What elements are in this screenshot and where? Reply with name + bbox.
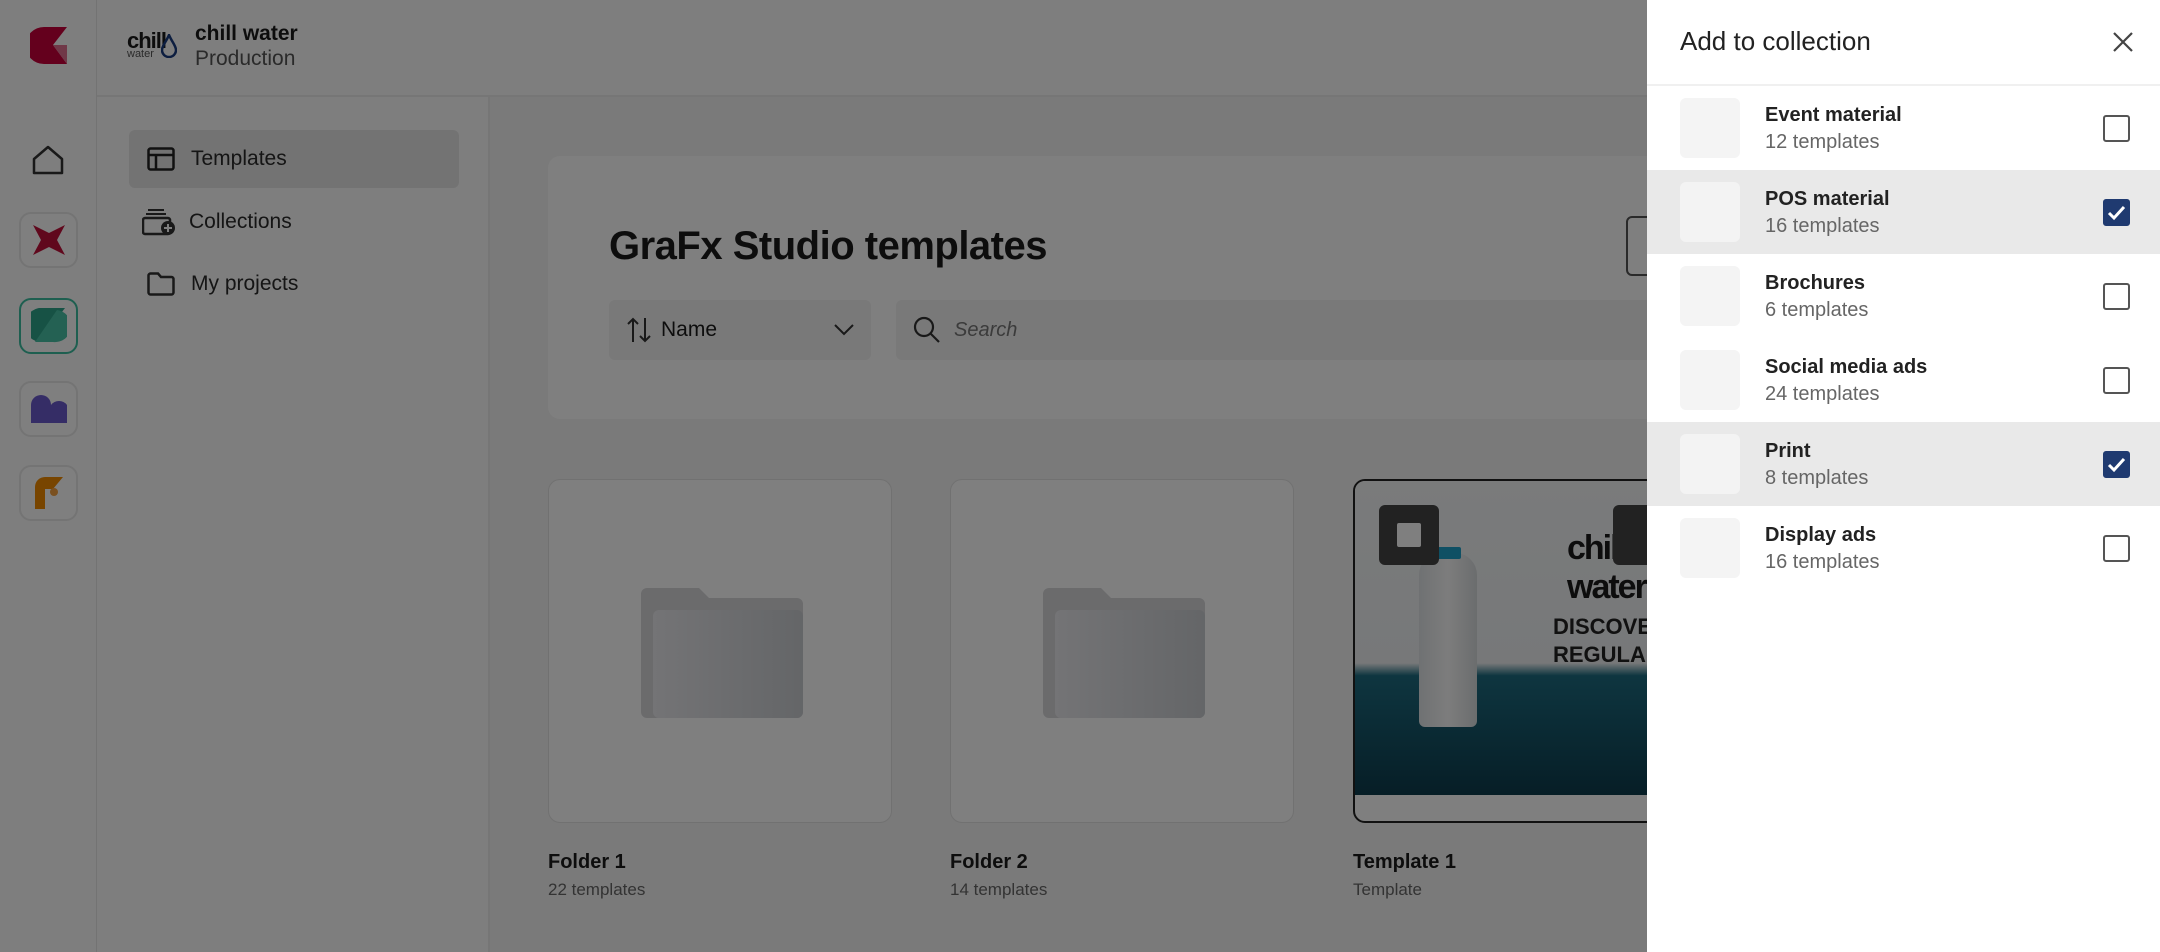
modal-backdrop[interactable] — [0, 0, 1647, 952]
collection-name: POS material — [1765, 188, 1890, 210]
collection-row[interactable]: Display ads 16 templates — [1647, 506, 2160, 590]
collection-thumbnail — [1680, 98, 1740, 158]
collection-name: Print — [1765, 440, 1811, 462]
collection-name: Display ads — [1765, 524, 1877, 546]
checkmark-icon — [2107, 457, 2126, 473]
collection-count: 6 templates — [1765, 299, 1869, 321]
collection-thumbnail — [1680, 350, 1740, 410]
collection-name: Event material — [1765, 104, 1902, 126]
collection-row[interactable]: Social media ads 24 templates — [1647, 338, 2160, 422]
collection-thumbnail — [1680, 182, 1740, 242]
collection-thumbnail — [1680, 266, 1740, 326]
collection-thumbnail — [1680, 434, 1740, 494]
collection-row[interactable]: Brochures 6 templates — [1647, 254, 2160, 338]
collection-row[interactable]: Event material 12 templates — [1647, 86, 2160, 170]
collection-name: Brochures — [1765, 272, 1866, 294]
collection-row[interactable]: Print 8 templates — [1647, 422, 2160, 506]
close-icon[interactable] — [2109, 28, 2137, 56]
collection-count: 16 templates — [1765, 551, 1880, 573]
collection-checkbox[interactable] — [2103, 199, 2130, 226]
collection-checkbox[interactable] — [2103, 451, 2130, 478]
collection-checkbox[interactable] — [2103, 535, 2130, 562]
checkmark-icon — [2107, 205, 2126, 221]
collection-count: 8 templates — [1765, 467, 1869, 489]
collection-checkbox[interactable] — [2103, 367, 2130, 394]
collection-row[interactable]: POS material 16 templates — [1647, 170, 2160, 254]
collection-count: 12 templates — [1765, 131, 1880, 153]
panel-title: Add to collection — [1680, 26, 1871, 56]
collection-count: 16 templates — [1765, 215, 1880, 237]
collection-checkbox[interactable] — [2103, 115, 2130, 142]
collection-name: Social media ads — [1765, 356, 1928, 378]
collection-checkbox[interactable] — [2103, 283, 2130, 310]
collection-count: 24 templates — [1765, 383, 1880, 405]
collection-thumbnail — [1680, 518, 1740, 578]
add-to-collection-panel: Add to collection Event material 12 temp… — [1647, 0, 2160, 952]
